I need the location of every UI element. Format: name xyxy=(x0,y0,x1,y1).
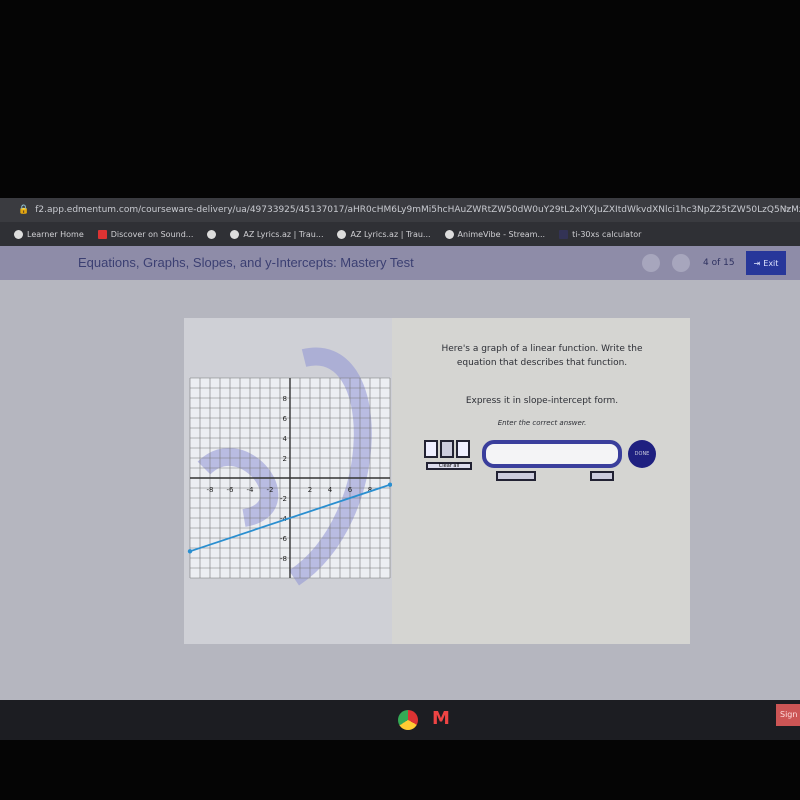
bookmark-icon xyxy=(444,229,454,239)
sign-buttons[interactable] xyxy=(496,471,536,481)
bookmark-icon xyxy=(559,229,569,239)
lock-icon: 🔒 xyxy=(18,205,30,215)
page-title: Equations, Graphs, Slopes, and y-Interce… xyxy=(78,255,414,270)
y-tick-label: 8 xyxy=(283,395,287,403)
clear-all-button[interactable]: Clear all xyxy=(426,462,472,470)
graph-panel: -8 -6 -4 -2 2 4 6 8 8 6 4 2 -2 -4 -6 -8 xyxy=(184,318,393,644)
bookmark-azlyrics-2[interactable]: AZ Lyrics.az | Trau... xyxy=(337,229,431,239)
line-arrow-end xyxy=(187,549,193,554)
exit-button[interactable]: ⇥ Exit xyxy=(746,251,786,275)
url-text: f2.app.edmentum.com/courseware-delivery/… xyxy=(35,205,800,215)
question-prompt: Here's a graph of a linear function. Wri… xyxy=(441,344,643,368)
x-tick-label: -2 xyxy=(267,486,274,494)
question-counter: 4 of 15 xyxy=(703,258,735,268)
graph: -8 -6 -4 -2 2 4 6 88642-2-4-6-8 xyxy=(187,347,393,586)
star-icon[interactable]: ☆ xyxy=(782,205,790,215)
bookmark-learner-home[interactable]: Learner Home xyxy=(14,229,84,239)
y-tick-label: 6 xyxy=(283,415,288,423)
x-tick-label: -8 xyxy=(207,486,214,494)
globe-icon xyxy=(337,229,347,239)
y-tick-label: 4 xyxy=(283,435,288,443)
y-tick-label: -2 xyxy=(280,495,287,503)
exponent-template-button[interactable] xyxy=(440,440,454,458)
globe-icon xyxy=(230,229,240,239)
mixed-template-button[interactable] xyxy=(456,440,470,458)
x-tick-label: 2 xyxy=(308,486,312,494)
bookmark-soundcloud[interactable]: Discover on Sound... xyxy=(97,229,193,239)
bookmark-icon xyxy=(14,229,23,239)
y-tick-label: -8 xyxy=(280,555,287,563)
x-tick-label: -6 xyxy=(227,486,235,494)
exit-icon: ⇥ xyxy=(753,258,761,268)
next-button[interactable] xyxy=(672,254,690,272)
address-bar[interactable]: 🔒 f2.app.edmentum.com/courseware-delivery… xyxy=(0,198,800,222)
chrome-icon[interactable] xyxy=(398,710,418,730)
x-tick-label: 4 xyxy=(328,486,333,494)
taskbar: M Sign xyxy=(0,700,800,740)
x-tick-label: -4 xyxy=(247,486,255,494)
y-tick-label: 2 xyxy=(283,455,287,463)
fraction-template-button[interactable] xyxy=(424,440,438,458)
globe-icon xyxy=(207,229,217,239)
bookmark-icon xyxy=(97,229,107,239)
question-panel: Here's a graph of a linear function. Wri… xyxy=(392,318,690,644)
x-tick-label: 6 xyxy=(348,486,353,494)
bookmark-azlyrics-1[interactable]: AZ Lyrics.az | Trau... xyxy=(230,229,323,239)
bookmark-globe[interactable] xyxy=(207,229,217,239)
previous-button[interactable] xyxy=(642,254,660,272)
help-buttons[interactable] xyxy=(590,471,614,481)
done-button[interactable]: DONE xyxy=(628,440,656,468)
bookmark-calculator[interactable]: ti-30xs calculator xyxy=(559,229,641,239)
bookmarks-bar: Learner Home Discover on Sound... AZ Lyr… xyxy=(0,222,800,246)
sign-button[interactable]: Sign xyxy=(776,704,800,726)
answer-input[interactable] xyxy=(482,440,622,468)
y-tick-label: -6 xyxy=(280,535,288,543)
bookmark-animevibe[interactable]: AnimeVibe - Stream... xyxy=(444,229,545,239)
gmail-icon[interactable]: M xyxy=(432,708,450,729)
instruction: Express it in slope-intercept form. xyxy=(465,396,619,406)
hint: Enter the correct answer. xyxy=(497,419,587,427)
test-header: Equations, Graphs, Slopes, and y-Interce… xyxy=(0,246,800,280)
template-buttons xyxy=(424,440,470,458)
